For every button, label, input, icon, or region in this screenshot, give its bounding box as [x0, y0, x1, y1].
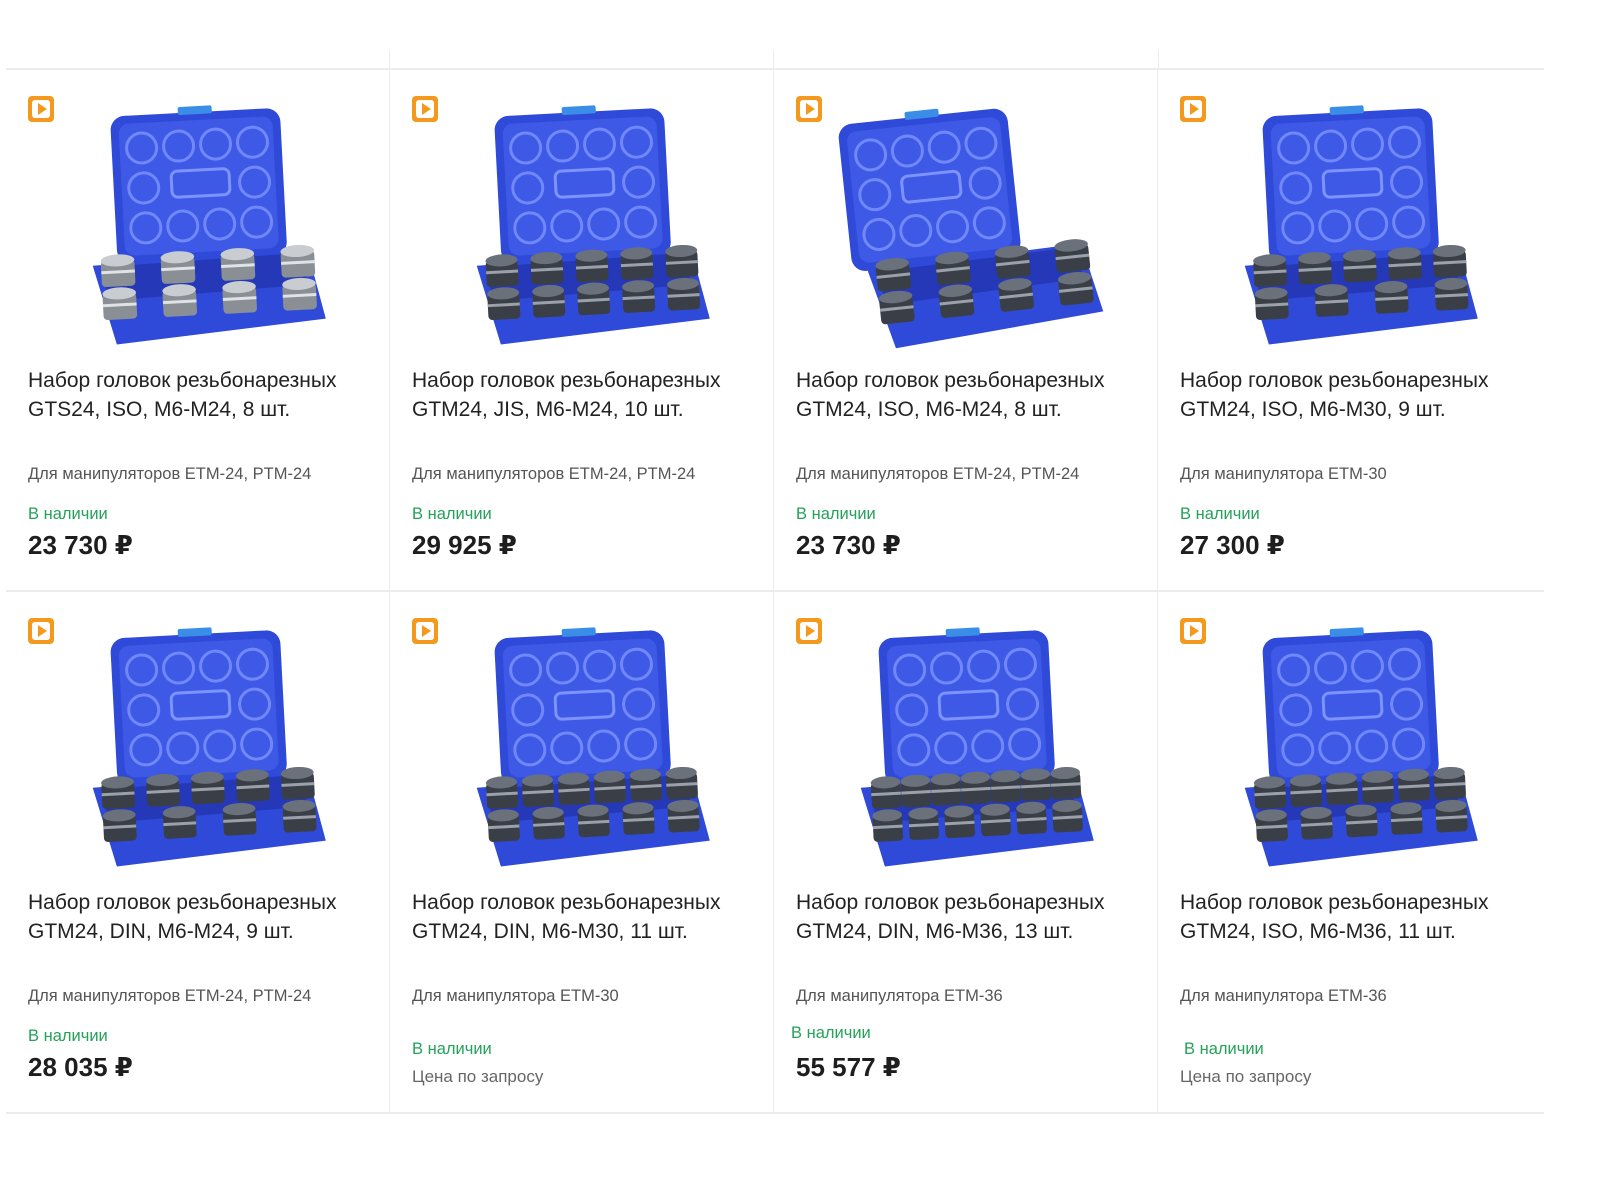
product-image[interactable]: [829, 612, 1109, 887]
product-title[interactable]: Набор головок резьбонарезных GTM24, ISO,…: [796, 366, 1136, 424]
stock-status: В наличии: [28, 1027, 108, 1045]
product-card[interactable]: Набор головок резьбонарезных GTM24, DIN,…: [6, 592, 390, 1112]
stock-status: В наличии: [28, 505, 108, 523]
product-subtitle: Для манипулятора ETM-36: [1180, 987, 1387, 1005]
tool-case-illustration: [476, 105, 710, 345]
product-price: 28 035 ₽: [28, 1052, 133, 1082]
product-image[interactable]: [445, 612, 725, 887]
product-price: 29 925 ₽: [412, 530, 517, 560]
product-image[interactable]: [61, 612, 341, 887]
product-price: 27 300 ₽: [1180, 530, 1285, 560]
stock-status: В наличии: [796, 505, 876, 523]
stock-status: В наличии: [791, 1024, 871, 1042]
stock-status: В наличии: [1180, 505, 1260, 523]
product-price: 23 730 ₽: [796, 530, 901, 560]
product-title[interactable]: Набор головок резьбонарезных GTM24, DIN,…: [28, 888, 368, 946]
product-title[interactable]: Набор головок резьбонарезных GTM24, ISO,…: [1180, 366, 1520, 424]
video-play-icon[interactable]: [796, 96, 822, 122]
video-play-icon[interactable]: [412, 96, 438, 122]
product-subtitle: Для манипулятора ETM-30: [1180, 465, 1387, 483]
product-image[interactable]: [1213, 90, 1493, 365]
product-title[interactable]: Набор головок резьбонарезных GTM24, ISO,…: [1180, 888, 1520, 946]
product-card[interactable]: Набор головок резьбонарезных GTM24, ISO,…: [774, 70, 1158, 590]
product-subtitle: Для манипуляторов ETM-24, PTM-24: [28, 987, 312, 1005]
product-image[interactable]: [829, 90, 1109, 365]
product-subtitle: Для манипуляторов ETM-24, PTM-24: [28, 465, 312, 483]
video-play-icon[interactable]: [1180, 96, 1206, 122]
product-subtitle: Для манипуляторов ETM-24, PTM-24: [412, 465, 696, 483]
product-subtitle: Для манипулятора ETM-30: [412, 987, 619, 1005]
product-price: 23 730 ₽: [28, 530, 133, 560]
tool-case-illustration: [92, 627, 326, 867]
product-card[interactable]: Набор головок резьбонарезных GTM24, ISO,…: [1158, 70, 1542, 590]
product-card[interactable]: Набор головок резьбонарезных GTM24, DIN,…: [390, 592, 774, 1112]
product-card[interactable]: Набор головок резьбонарезных GTS24, ISO,…: [6, 70, 390, 590]
product-title[interactable]: Набор головок резьбонарезных GTM24, DIN,…: [796, 888, 1136, 946]
video-play-icon[interactable]: [412, 618, 438, 644]
price-on-request: Цена по запросу: [1180, 1067, 1312, 1086]
product-price: 55 577 ₽: [796, 1052, 901, 1082]
product-card[interactable]: Набор головок резьбонарезных GTM24, DIN,…: [774, 592, 1158, 1112]
product-row: Набор головок резьбонарезных GTS24, ISO,…: [6, 70, 1544, 592]
price-on-request: Цена по запросу: [412, 1067, 544, 1086]
product-card[interactable]: Набор головок резьбонарезных GTM24, ISO,…: [1158, 592, 1542, 1112]
grid-top-lines: [0, 50, 1600, 68]
product-image[interactable]: [61, 90, 341, 365]
product-title[interactable]: Набор головок резьбонарезных GTM24, JIS,…: [412, 366, 752, 424]
tool-case-illustration: [838, 108, 1104, 349]
video-play-icon[interactable]: [796, 618, 822, 644]
stock-status: В наличии: [412, 505, 492, 523]
tool-case-illustration: [1244, 105, 1478, 345]
product-image[interactable]: [445, 90, 725, 365]
tool-case-illustration: [860, 627, 1094, 867]
product-card[interactable]: Набор головок резьбонарезных GTM24, JIS,…: [390, 70, 774, 590]
tool-case-illustration: [476, 627, 710, 867]
video-play-icon[interactable]: [28, 96, 54, 122]
video-play-icon[interactable]: [1180, 618, 1206, 644]
tool-case-illustration: [1244, 627, 1478, 867]
product-row: Набор головок резьбонарезных GTM24, DIN,…: [6, 592, 1544, 1114]
product-subtitle: Для манипуляторов ETM-24, PTM-24: [796, 465, 1080, 483]
product-grid: Набор головок резьбонарезных GTS24, ISO,…: [6, 68, 1544, 1114]
product-subtitle: Для манипулятора ETM-36: [796, 987, 1003, 1005]
stock-status: В наличии: [1184, 1040, 1264, 1058]
tool-case-illustration: [92, 105, 326, 345]
product-title[interactable]: Набор головок резьбонарезных GTM24, DIN,…: [412, 888, 752, 946]
video-play-icon[interactable]: [28, 618, 54, 644]
product-title[interactable]: Набор головок резьбонарезных GTS24, ISO,…: [28, 366, 368, 424]
product-image[interactable]: [1213, 612, 1493, 887]
stock-status: В наличии: [412, 1040, 492, 1058]
